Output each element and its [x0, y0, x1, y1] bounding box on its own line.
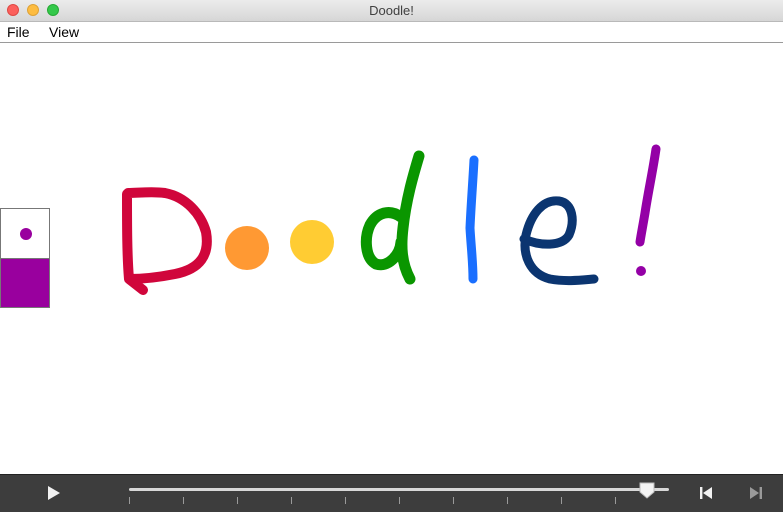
- stroke-exclamation-dot: [636, 266, 646, 276]
- menu-file[interactable]: File: [7, 24, 30, 40]
- stroke-letter-D: [122, 187, 212, 295]
- title-bar: Doodle!: [0, 0, 783, 22]
- stroke-letter-l: [465, 155, 479, 284]
- skip-back-icon[interactable]: [698, 485, 714, 501]
- menu-bar: File View: [0, 22, 783, 43]
- current-color-swatch[interactable]: [1, 258, 49, 307]
- timeline-tick: [291, 497, 292, 504]
- timeline-tick: [561, 497, 562, 504]
- stroke-letter-d: [360, 150, 425, 285]
- timeline-tick: [507, 497, 508, 504]
- brush-size-preview[interactable]: [1, 209, 49, 258]
- timeline-tick: [399, 497, 400, 504]
- play-icon[interactable]: [48, 486, 60, 500]
- stroke-letter-o-yellow: [290, 220, 334, 264]
- stroke-letter-e: [519, 196, 599, 286]
- timeline-tick: [183, 497, 184, 504]
- timeline-slider-thumb[interactable]: [639, 482, 655, 499]
- timeline-slider-track[interactable]: [129, 488, 669, 491]
- playback-bar: [0, 474, 783, 512]
- brush-size-dot: [20, 228, 32, 240]
- timeline-tick: [129, 497, 130, 504]
- timeline-tick: [345, 497, 346, 504]
- window-title: Doodle!: [369, 3, 414, 18]
- menu-view[interactable]: View: [49, 24, 79, 40]
- timeline-tick: [237, 497, 238, 504]
- drawing-canvas[interactable]: [0, 43, 783, 474]
- stroke-letter-o-orange: [225, 226, 269, 270]
- timeline-tick: [615, 497, 616, 504]
- skip-forward-icon[interactable]: [748, 485, 764, 501]
- timeline-tick: [453, 497, 454, 504]
- tool-panel: [0, 208, 50, 308]
- doodle-drawing: [122, 144, 661, 295]
- stroke-exclamation-bar: [635, 144, 661, 247]
